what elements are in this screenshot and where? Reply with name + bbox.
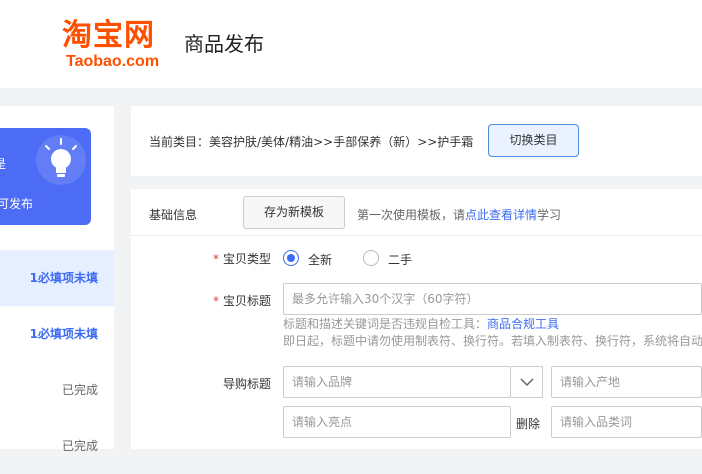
item-title-label: * 宝贝标题	[131, 292, 271, 309]
current-category: 当前类目：美容护肤/美体/精油>>手部保养（新）>>护手霜	[149, 135, 474, 149]
sidebar-item-graphic-desc[interactable]: 已完成	[0, 362, 114, 418]
required-mark: *	[212, 294, 219, 308]
template-detail-link[interactable]: 点此查看详情	[465, 208, 537, 222]
switch-category-button[interactable]: 切换类目	[488, 124, 579, 157]
radio-new-label[interactable]: 全新	[308, 251, 332, 268]
guide-title-label: 导购标题	[222, 377, 271, 391]
sidebar-item-sales-info[interactable]: 1必填项未填	[0, 306, 114, 362]
category-bar: 当前类目：美容护肤/美体/精油>>手部保养（新）>>护手霜 切换类目	[131, 106, 702, 176]
radio-used[interactable]	[363, 250, 379, 266]
sidebar-item-basic-info[interactable]: 1必填项未填	[0, 250, 114, 306]
product-form: 基础信息 存为新模板 第一次使用模板，请点此查看详情学习 * 宝贝类型 全新 二手…	[131, 189, 702, 449]
radio-used-label[interactable]: 二手	[388, 251, 412, 268]
sidebar-item-logistics[interactable]: 已完成	[0, 418, 114, 474]
category-word-input[interactable]	[551, 406, 702, 438]
brand-input[interactable]	[283, 366, 511, 398]
item-type-label: * 宝贝类型	[131, 250, 271, 267]
title-hint-2: 即日起，标题中请勿使用制表符、换行符。若填入制表符、换行符，系统将自动	[283, 334, 702, 348]
header: 淘宝网 Taobao.com 商品发布	[0, 0, 702, 88]
origin-input[interactable]	[551, 366, 702, 398]
radio-new[interactable]	[283, 250, 299, 266]
title-hint: 标题和描述关键词是否违规自检工具：商品合规工具	[283, 315, 559, 332]
publish-status-card: 是 可发布	[0, 128, 91, 225]
template-hint-suffix: 学习	[537, 208, 562, 222]
save-template-button[interactable]: 存为新模板	[243, 196, 345, 229]
section-title: 基础信息	[149, 208, 198, 222]
required-mark: *	[212, 252, 219, 266]
taobao-logo-en[interactable]: Taobao.com	[66, 53, 159, 71]
template-hint-prefix: 第一次使用模板，请	[357, 208, 466, 222]
taobao-logo[interactable]: 淘宝网	[62, 18, 155, 54]
title-hint-prefix: 标题和描述关键词是否违规自检工具：	[283, 317, 488, 331]
compliance-tool-link[interactable]: 商品合规工具	[487, 317, 559, 331]
delete-button[interactable]: 删除	[516, 415, 540, 432]
item-title-input[interactable]	[283, 283, 702, 315]
template-hint: 第一次使用模板，请点此查看详情学习	[357, 206, 561, 223]
item-type-label-text: 宝贝类型	[222, 252, 271, 266]
main-panel: 当前类目：美容护肤/美体/精油>>手部保养（新）>>护手霜 切换类目 基础信息 …	[131, 106, 702, 449]
base-info-row: 基础信息 存为新模板 第一次使用模板，请点此查看详情学习	[131, 189, 702, 236]
lightbulb-icon	[36, 135, 86, 185]
chevron-down-icon[interactable]	[511, 366, 543, 398]
page-title: 商品发布	[184, 32, 264, 56]
highlight-input[interactable]	[283, 406, 511, 438]
sidebar: 是 可发布 1必填项未填 1必填项未填 已完成 已完成	[0, 106, 114, 453]
item-title-label-text: 宝贝标题	[222, 294, 271, 308]
promo-text: 可发布	[0, 197, 34, 211]
promo-text-top: 是	[0, 157, 7, 171]
